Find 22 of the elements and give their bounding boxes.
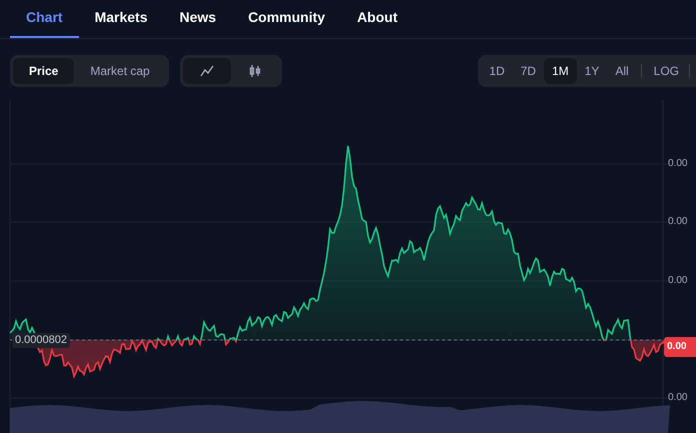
range-button[interactable]: All [607, 58, 637, 84]
range-button[interactable]: 1D [481, 58, 513, 84]
y-axis-label: 0.00 [668, 391, 688, 405]
nav-tab[interactable]: Chart [10, 0, 79, 38]
nav-tab[interactable]: About [341, 0, 414, 38]
log-button[interactable]: LOG [646, 58, 687, 84]
line-chart-icon [200, 64, 214, 78]
range-button[interactable]: 1Y [576, 58, 608, 84]
nav-tab[interactable]: Community [232, 0, 342, 38]
range-button[interactable]: 1M [544, 58, 577, 84]
chart-type-button[interactable] [182, 58, 231, 84]
range-button[interactable]: 7D [512, 58, 544, 84]
current-price-badge: 0.00 [664, 337, 696, 357]
y-axis-label: 0.00 [668, 215, 688, 229]
y-axis-label: 0.00 [668, 157, 688, 171]
metric-tab[interactable]: Market cap [74, 58, 166, 84]
metric-tab[interactable]: Price [13, 58, 74, 84]
nav-tab[interactable]: News [163, 0, 232, 38]
nav-tab[interactable]: Markets [78, 0, 164, 38]
candlestick-icon [248, 64, 262, 78]
y-axis-label: 0.00 [668, 274, 688, 288]
baseline-label: 0.0000802 [12, 333, 70, 348]
